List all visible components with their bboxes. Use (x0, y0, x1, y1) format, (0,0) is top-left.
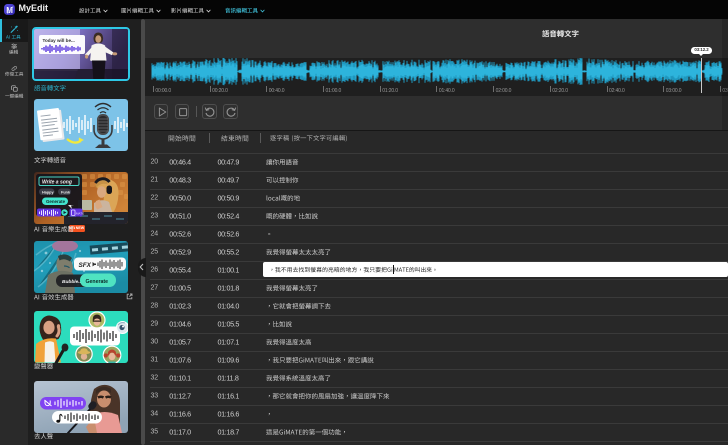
svg-text:Generate: Generate (46, 199, 66, 204)
svg-text:MATE: MATE (76, 211, 84, 215)
svg-text:Funk: Funk (61, 190, 71, 194)
svg-text:SFX: SFX (79, 262, 92, 269)
svg-text:Bubble...: Bubble... (62, 279, 82, 285)
svg-text:Write a song: Write a song (42, 179, 72, 185)
svg-text:Today will be...: Today will be... (43, 38, 75, 43)
svg-text:Generate: Generate (86, 279, 109, 285)
svg-text:Happy: Happy (42, 190, 54, 194)
